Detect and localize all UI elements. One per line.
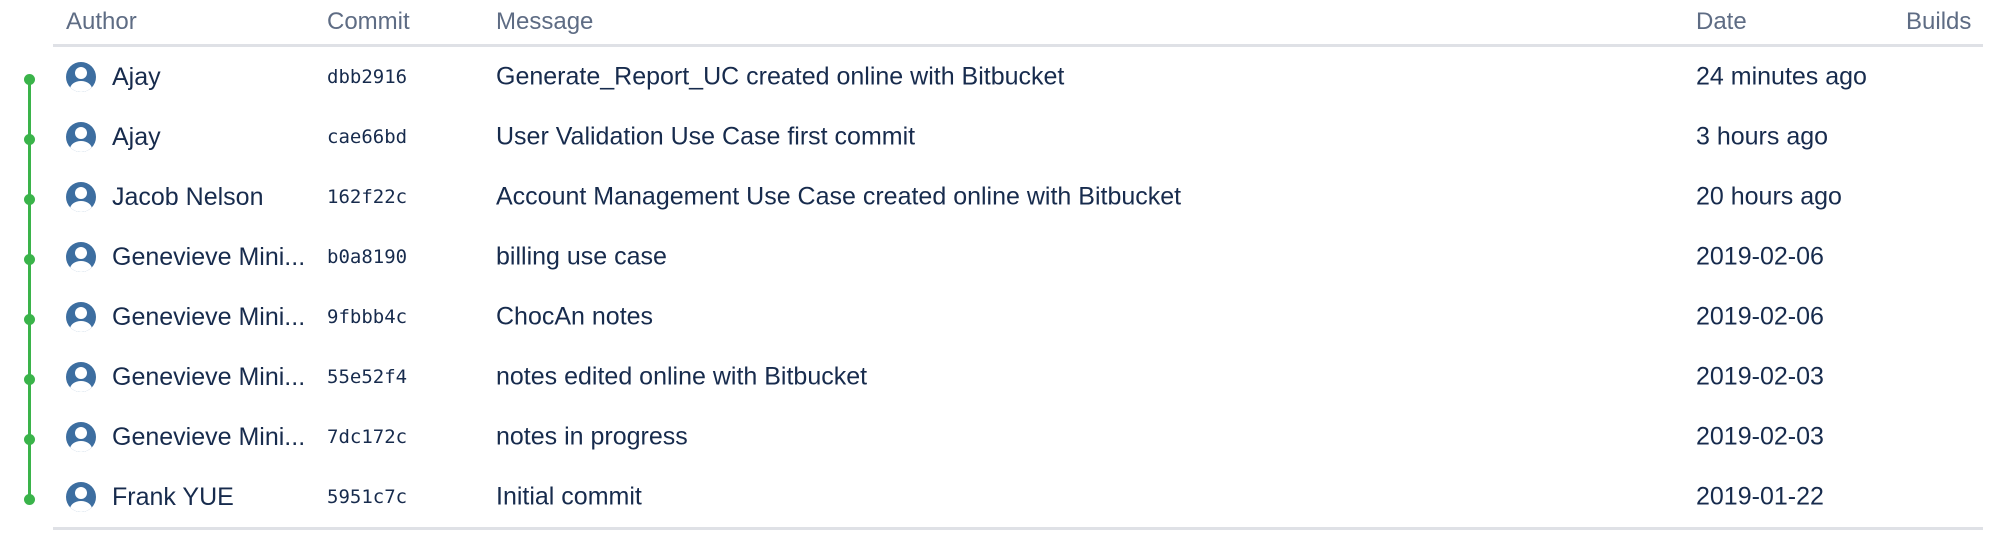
commit-graph-dot-icon bbox=[24, 434, 35, 445]
avatar-icon bbox=[66, 482, 96, 512]
commit-date: 24 minutes ago bbox=[1696, 62, 1867, 91]
table-row[interactable]: Frank YUE 5951c7c Initial commit 2019-01… bbox=[53, 467, 1983, 527]
commit-date: 3 hours ago bbox=[1696, 122, 1829, 151]
author-name[interactable]: Jacob Nelson bbox=[112, 183, 263, 212]
table-row[interactable]: Genevieve Mini... 55e52f4 notes edited o… bbox=[53, 347, 1983, 407]
commit-hash-link[interactable]: 9fbbb4c bbox=[327, 306, 407, 328]
commit-hash-link[interactable]: 7dc172c bbox=[327, 426, 407, 448]
table-row[interactable]: Ajay cae66bd User Validation Use Case fi… bbox=[53, 107, 1983, 167]
author-cell[interactable]: Ajay bbox=[66, 62, 161, 92]
author-name[interactable]: Genevieve Mini... bbox=[112, 423, 305, 452]
avatar-icon bbox=[66, 62, 96, 92]
author-name[interactable]: Frank YUE bbox=[112, 483, 234, 512]
commit-graph-dot-icon bbox=[24, 74, 35, 85]
column-header-message: Message bbox=[496, 8, 594, 35]
commit-hash-link[interactable]: cae66bd bbox=[327, 126, 407, 148]
commit-hash-link[interactable]: dbb2916 bbox=[327, 66, 407, 88]
avatar-icon bbox=[66, 422, 96, 452]
commit-date: 2019-02-06 bbox=[1696, 302, 1824, 331]
table-row[interactable]: Genevieve Mini... 9fbbb4c ChocAn notes 2… bbox=[53, 287, 1983, 347]
commit-graph-dot-icon bbox=[24, 134, 35, 145]
author-name[interactable]: Ajay bbox=[112, 63, 161, 92]
column-header-date: Date bbox=[1696, 8, 1747, 35]
commit-message: notes in progress bbox=[496, 422, 688, 451]
commit-hash-link[interactable]: b0a8190 bbox=[327, 246, 407, 268]
table-row[interactable]: Ajay dbb2916 Generate_Report_UC created … bbox=[53, 47, 1983, 107]
commit-hash-link[interactable]: 5951c7c bbox=[327, 486, 407, 508]
author-cell[interactable]: Frank YUE bbox=[66, 482, 234, 512]
author-name[interactable]: Ajay bbox=[112, 123, 161, 152]
commit-date: 2019-01-22 bbox=[1696, 482, 1824, 511]
column-header-commit: Commit bbox=[327, 8, 410, 35]
commit-graph-dot-icon bbox=[24, 314, 35, 325]
commit-graph-dot-icon bbox=[24, 374, 35, 385]
table-header: Author Commit Message Date Builds bbox=[53, 0, 1983, 47]
commit-date: 2019-02-06 bbox=[1696, 242, 1824, 271]
commit-graph-dot-icon bbox=[24, 254, 35, 265]
commit-message: ChocAn notes bbox=[496, 302, 654, 331]
author-cell[interactable]: Ajay bbox=[66, 122, 161, 152]
commit-message: User Validation Use Case first commit bbox=[496, 122, 916, 151]
commit-message: Initial commit bbox=[496, 482, 642, 511]
commits-table: Author Commit Message Date Builds Ajay d… bbox=[53, 0, 1983, 530]
avatar-icon bbox=[66, 182, 96, 212]
commit-message: notes edited online with Bitbucket bbox=[496, 362, 868, 391]
avatar-icon bbox=[66, 242, 96, 272]
table-bottom-divider bbox=[53, 527, 1983, 530]
table-row[interactable]: Jacob Nelson 162f22c Account Management … bbox=[53, 167, 1983, 227]
commit-message: Account Management Use Case created onli… bbox=[496, 182, 1182, 211]
author-cell[interactable]: Genevieve Mini... bbox=[66, 302, 305, 332]
commit-date: 20 hours ago bbox=[1696, 182, 1842, 211]
author-name[interactable]: Genevieve Mini... bbox=[112, 303, 305, 332]
table-row[interactable]: Genevieve Mini... b0a8190 billing use ca… bbox=[53, 227, 1983, 287]
table-row[interactable]: Genevieve Mini... 7dc172c notes in progr… bbox=[53, 407, 1983, 467]
author-name[interactable]: Genevieve Mini... bbox=[112, 363, 305, 392]
avatar-icon bbox=[66, 122, 96, 152]
commit-graph-dot-icon bbox=[24, 494, 35, 505]
author-cell[interactable]: Genevieve Mini... bbox=[66, 362, 305, 392]
author-name[interactable]: Genevieve Mini... bbox=[112, 243, 305, 272]
commit-hash-link[interactable]: 162f22c bbox=[327, 186, 407, 208]
column-header-author: Author bbox=[66, 8, 137, 35]
commit-graph-dot-icon bbox=[24, 194, 35, 205]
author-cell[interactable]: Genevieve Mini... bbox=[66, 422, 305, 452]
commit-hash-link[interactable]: 55e52f4 bbox=[327, 366, 407, 388]
avatar-icon bbox=[66, 302, 96, 332]
commit-message: Generate_Report_UC created online with B… bbox=[496, 62, 1065, 91]
table-body: Ajay dbb2916 Generate_Report_UC created … bbox=[53, 47, 1983, 527]
author-cell[interactable]: Genevieve Mini... bbox=[66, 242, 305, 272]
avatar-icon bbox=[66, 362, 96, 392]
commit-message: billing use case bbox=[496, 242, 667, 271]
column-header-builds: Builds bbox=[1906, 8, 1972, 35]
commit-date: 2019-02-03 bbox=[1696, 362, 1824, 391]
author-cell[interactable]: Jacob Nelson bbox=[66, 182, 263, 212]
commit-date: 2019-02-03 bbox=[1696, 422, 1824, 451]
